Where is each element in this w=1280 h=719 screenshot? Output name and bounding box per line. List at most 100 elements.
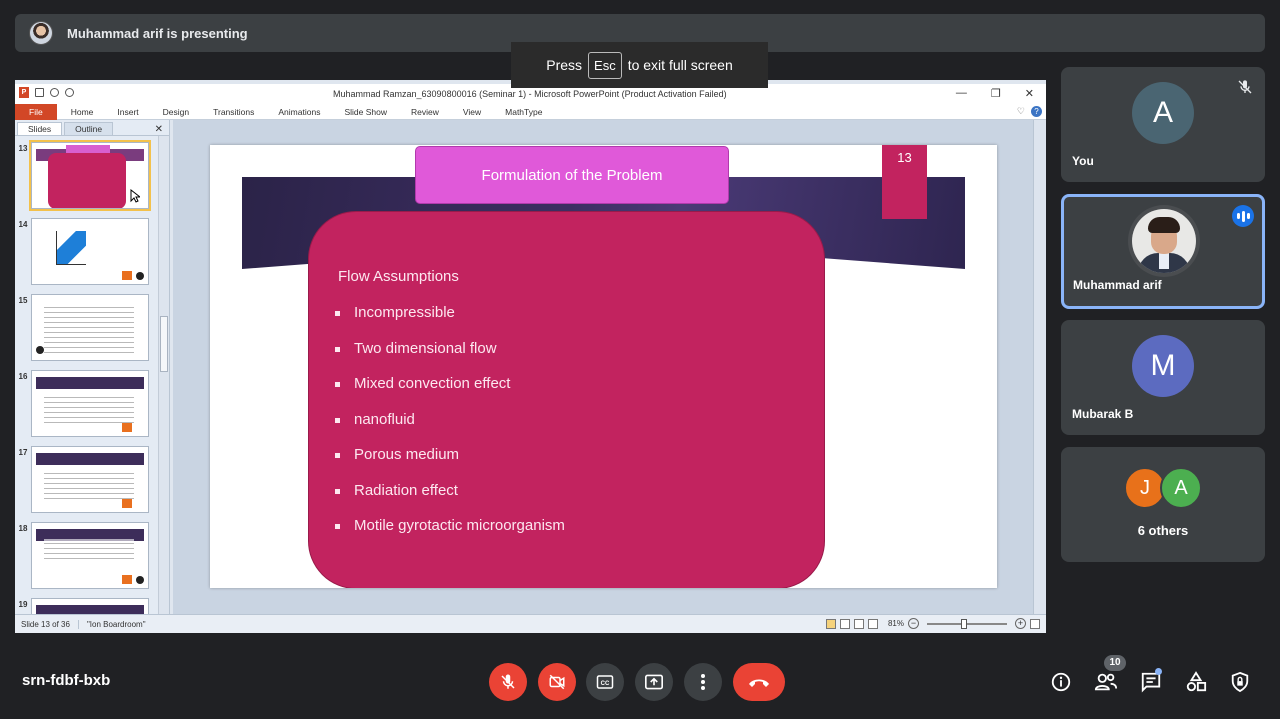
slide-title: Formulation of the Problem (415, 146, 729, 204)
window-controls: — ❐ ✕ (956, 87, 1034, 100)
activities-button[interactable] (1182, 668, 1210, 696)
bullet-text: Two dimensional flow (354, 339, 497, 357)
ribbon-help: ♡ ? (1017, 106, 1042, 117)
bullet-item: Radiation effect (333, 482, 565, 518)
ppt-status-bar: Slide 13 of 36 "Ion Boardroom" 81% − + (15, 614, 1046, 633)
ppt-window-title: Muhammad Ramzan_63090800016 (Seminar 1) … (333, 89, 727, 99)
thumb-equations (44, 469, 134, 499)
participant-photo (1132, 209, 1196, 273)
hang-up-icon (749, 679, 769, 687)
presenter-avatar (29, 21, 53, 45)
zoom-out-icon: − (908, 618, 919, 629)
powerpoint-logo-icon: P (19, 87, 29, 98)
thumbnail-row: 16 (15, 370, 149, 437)
present-screen-button[interactable] (635, 663, 673, 701)
camera-toggle-button[interactable] (538, 663, 576, 701)
thumb-equations (44, 539, 134, 563)
bullet-item: Motile gyrotactic microorganism (333, 517, 565, 553)
minimize-icon: — (955, 87, 967, 99)
bullet-item: Incompressible (333, 304, 565, 340)
thumb-title-box (66, 145, 110, 153)
bullet-text: Porous medium (354, 446, 460, 463)
mouse-cursor-icon (130, 189, 140, 203)
people-button[interactable] (1092, 668, 1120, 696)
participant-tile-others[interactable]: J A 6 others (1061, 447, 1265, 562)
people-icon (1094, 673, 1118, 691)
ribbon-tab-mathtype: MathType (505, 106, 543, 117)
chat-notification-dot (1155, 668, 1162, 675)
thumbnail-number: 17 (18, 448, 28, 457)
ribbon-tab-review: Review (410, 106, 439, 117)
save-icon (35, 88, 44, 97)
avatar: M (1132, 335, 1194, 397)
bullet-text: nanofluid (354, 410, 415, 428)
undo-icon (50, 88, 59, 97)
thumbnail-number: 13 (18, 144, 28, 153)
participant-tile-muhammad-arif[interactable]: Muhammad arif (1061, 194, 1265, 309)
zoom-controls: 81% − + (825, 618, 1040, 629)
meeting-details-button[interactable] (1047, 668, 1075, 696)
zoom-in-icon: + (1015, 618, 1026, 629)
bullet-text: Motile gyrotactic microorganism (354, 517, 565, 534)
slide-thumbnail (31, 294, 149, 361)
bullet-item: Mixed convection effect (333, 375, 565, 411)
reading-view-icon (853, 618, 864, 629)
fullscreen-hint-suffix: to exit full screen (627, 57, 733, 73)
ribbon-collapse-icon: ♡ (1016, 106, 1025, 116)
captions-icon: CC (596, 675, 614, 689)
help-icon: ? (1031, 106, 1042, 117)
slide-heading: Flow Assumptions (338, 268, 459, 285)
fullscreen-hint: Press Esc to exit full screen (511, 42, 768, 88)
pane-tab-slides: Slides (17, 122, 63, 135)
people-count-badge: 10 (1104, 655, 1126, 671)
camera-off-icon (549, 674, 565, 690)
bullet-item: Two dimensional flow (333, 340, 565, 376)
zoom-level: 81% (887, 619, 904, 628)
slides-pane-tabs: Slides Outline ✕ (15, 120, 169, 136)
slides-pane-scroll-thumb (160, 316, 168, 372)
zoom-slider (927, 618, 1007, 629)
slide-thumbnail (31, 446, 149, 513)
participant-tile-you[interactable]: A You (1061, 67, 1265, 182)
leave-call-button[interactable] (733, 663, 785, 701)
bullet-text: Incompressible (354, 304, 455, 321)
more-options-button[interactable] (684, 663, 722, 701)
pane-tab-outline: Outline (64, 122, 114, 135)
thumb-logo (122, 499, 132, 508)
sorter-view-icon (839, 618, 850, 629)
thumb-logo (36, 346, 44, 354)
speaking-indicator-icon (1232, 205, 1254, 227)
normal-view-icon (825, 618, 836, 629)
thumb-logo (122, 575, 132, 584)
host-controls-button[interactable] (1226, 668, 1254, 696)
shield-lock-icon (1231, 671, 1249, 693)
thumbnail-number: 15 (18, 296, 28, 305)
thumbnail-row: 14 (15, 218, 149, 285)
slide-content-box: Flow Assumptions Incompressible Two dime… (308, 211, 825, 588)
more-vert-icon (701, 674, 705, 690)
svg-text:CC: CC (601, 681, 610, 687)
slide-count-status: Slide 13 of 36 (15, 619, 79, 629)
participant-tile-mubarak[interactable]: M Mubarak B (1061, 320, 1265, 435)
avatar: A (1132, 82, 1194, 144)
ribbon-tab-animations: Animations (278, 106, 321, 117)
ribbon-tab-insert: Insert (117, 106, 139, 117)
slides-pane: Slides Outline ✕ 13 14 15 16 17 18 19 (15, 120, 170, 633)
bullet-text: Radiation effect (354, 481, 458, 499)
participant-name: Mubarak B (1072, 407, 1134, 421)
ribbon-tab-file: File (15, 103, 57, 120)
zoom-slider-knob (961, 618, 967, 629)
thumb-logo (122, 423, 132, 432)
captions-button[interactable]: CC (586, 663, 624, 701)
slide-thumbnail (31, 218, 149, 285)
thumbnail-number: 18 (18, 524, 28, 533)
slide-thumbnail (31, 522, 149, 589)
restore-icon: ❐ (990, 88, 1001, 100)
quick-access-toolbar: P (19, 87, 74, 98)
redo-icon (65, 88, 74, 97)
bullet-item: Porous medium (333, 446, 565, 482)
thumb-logo (136, 576, 144, 584)
thumbnail-row: 18 (15, 522, 149, 589)
mic-toggle-button[interactable] (489, 663, 527, 701)
meeting-code: srn-fdbf-bxb (22, 672, 111, 689)
